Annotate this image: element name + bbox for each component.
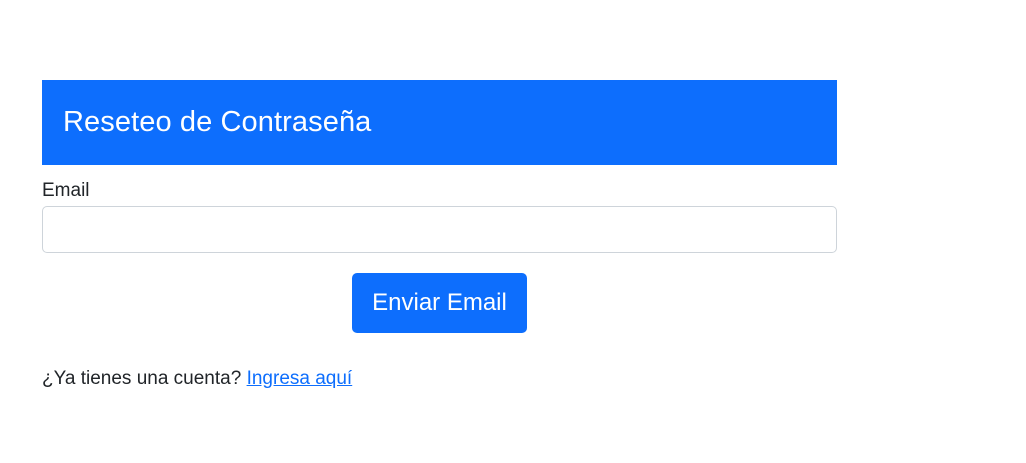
send-email-button[interactable]: Enviar Email [352, 273, 527, 333]
login-link[interactable]: Ingresa aquí [247, 368, 353, 389]
submit-row: Enviar Email [42, 273, 837, 333]
email-field[interactable] [42, 206, 837, 253]
page-title: Reseteo de Contraseña [63, 106, 372, 138]
card-header: Reseteo de Contraseña [42, 80, 837, 165]
reset-password-form: Email Enviar Email [42, 180, 837, 333]
login-prompt-text: ¿Ya tienes una cuenta? [42, 368, 242, 389]
email-label: Email [42, 180, 90, 201]
reset-password-card: Reseteo de Contraseña Email Enviar Email… [42, 80, 837, 390]
login-prompt: ¿Ya tienes una cuenta? Ingresa aquí [42, 368, 837, 390]
